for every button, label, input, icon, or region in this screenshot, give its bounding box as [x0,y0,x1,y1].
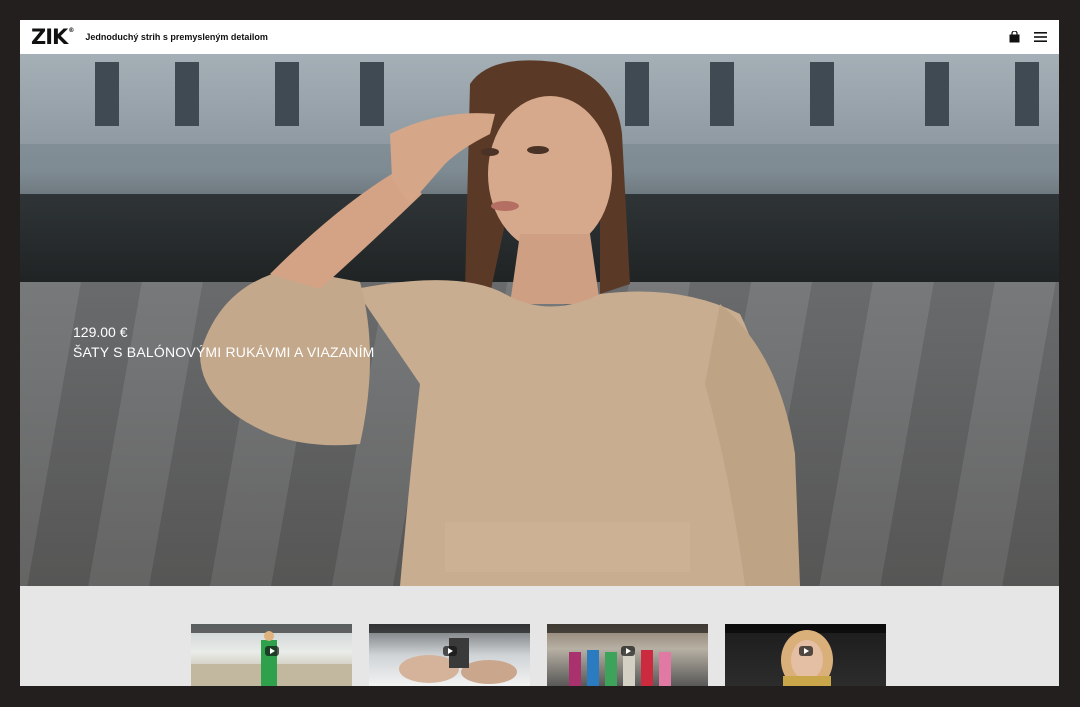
site-header: ZIK ® Jednoduchý strih s premysleným deta… [20,20,1059,55]
product-price: 129.00 € [73,324,128,340]
play-icon[interactable] [443,646,457,656]
play-icon[interactable] [621,646,635,656]
menu-icon[interactable] [1034,32,1047,42]
logo-registered-mark: ® [68,27,74,34]
video-thumbnail-3[interactable] [547,624,708,686]
video-thumbnail-1[interactable] [191,624,352,686]
video-thumbnail-2[interactable] [369,624,530,686]
site-tagline: Jednoduchý strih s premysleným detailom [85,32,268,42]
site-logo[interactable]: ZIK ® [31,25,74,49]
video-thumbnail-4[interactable] [725,624,886,686]
play-icon[interactable] [265,646,279,656]
model-photo [200,60,800,586]
logo-text: ZIK [31,25,68,49]
play-icon[interactable] [799,646,813,656]
hero-banner[interactable]: 129.00 € ŠATY S BALÓNOVÝMI RUKÁVMI A VIA… [20,54,1059,586]
product-title[interactable]: ŠATY S BALÓNOVÝMI RUKÁVMI A VIAZANÍM [73,344,375,360]
browser-viewport: ZIK ® Jednoduchý strih s premysleným deta… [20,20,1059,686]
shopping-bag-icon[interactable] [1009,31,1020,43]
video-gallery [191,624,886,686]
header-actions [1009,31,1047,43]
